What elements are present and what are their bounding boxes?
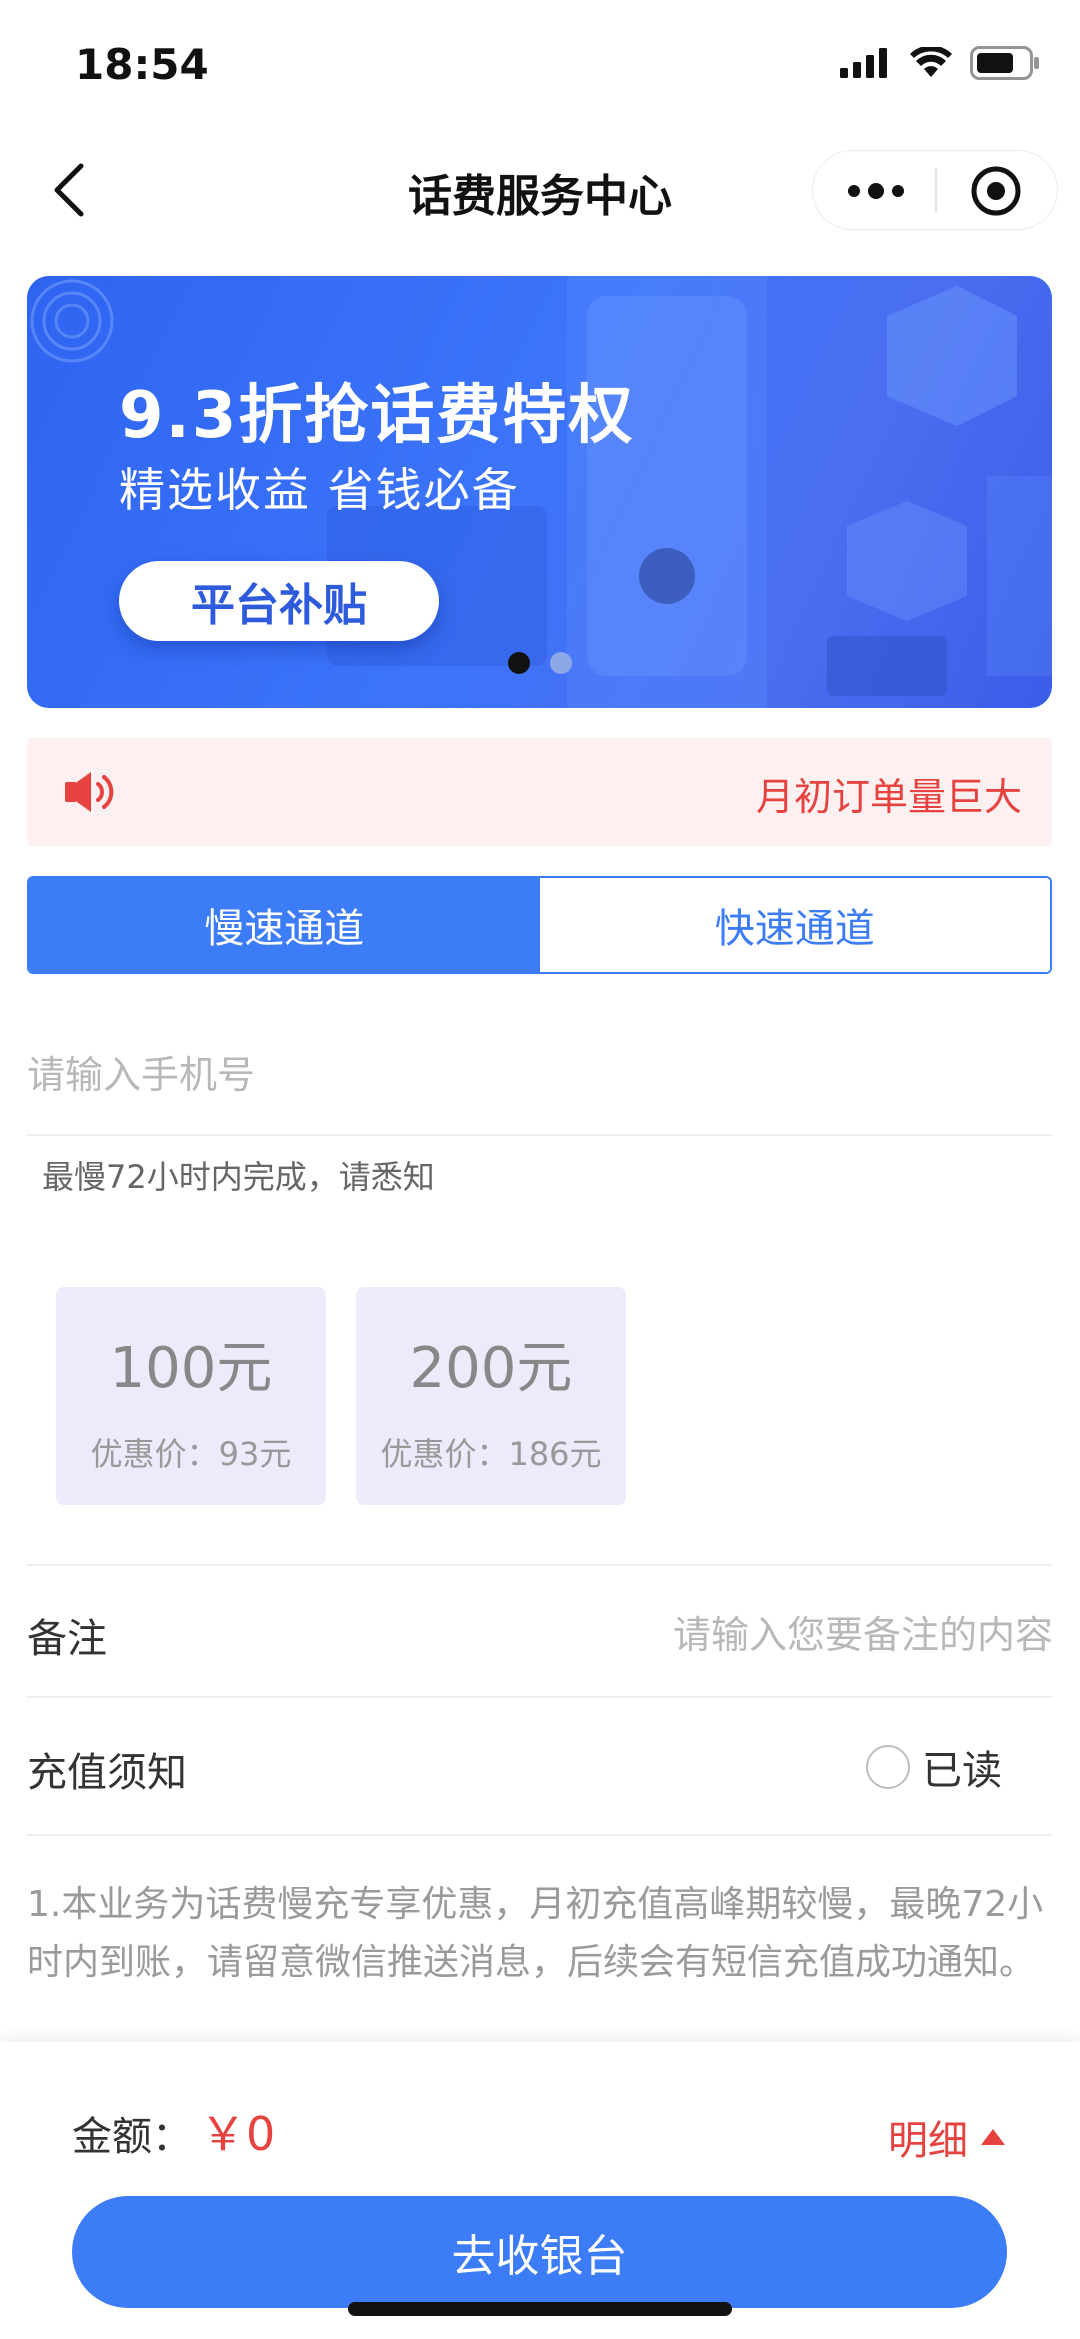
divider xyxy=(27,1834,1052,1836)
amount-value: ￥0 xyxy=(200,2107,276,2161)
tab-slow-channel[interactable]: 慢速通道 xyxy=(29,878,540,972)
notice-text: 月初订单量巨大 xyxy=(755,775,1022,819)
remark-label: 备注 xyxy=(27,1616,107,1662)
detail-toggle[interactable]: 明细 xyxy=(888,2108,1006,2166)
battery-icon xyxy=(970,46,1039,80)
option-amount: 100元 xyxy=(109,1336,273,1401)
banner-title: 9.3折抢话费特权 xyxy=(119,379,635,453)
close-button[interactable] xyxy=(961,163,1031,219)
bottom-bar: 金额： ￥0 明细 去收银台 xyxy=(0,2042,1080,2339)
terms-content: 1.本业务为话费慢充专享优惠，月初充值高峰期较慢，最晚72小时内到账，请留意微信… xyxy=(27,1884,1044,1983)
carousel-indicator xyxy=(27,652,1052,674)
amount-option-200[interactable]: 200元 优惠价：186元 xyxy=(356,1287,626,1505)
option-price: 优惠价：93元 xyxy=(90,1435,292,1473)
more-button[interactable] xyxy=(841,169,911,213)
carousel-dot-active[interactable] xyxy=(507,652,530,674)
home-indicator xyxy=(348,2302,732,2316)
mini-program-capsule xyxy=(812,150,1058,230)
target-close-icon xyxy=(971,166,1021,216)
read-label: 已读 xyxy=(922,1748,1002,1794)
speaker-icon xyxy=(65,772,114,812)
divider xyxy=(27,1696,1052,1698)
option-price: 优惠价：186元 xyxy=(380,1435,602,1473)
read-checkbox[interactable]: 已读 xyxy=(866,1738,1002,1796)
phone-number-input[interactable] xyxy=(27,1040,1052,1110)
option-amount: 200元 xyxy=(409,1336,573,1401)
remark-input[interactable] xyxy=(493,1605,1053,1665)
wifi-icon xyxy=(910,47,952,77)
cellular-signal-icon xyxy=(840,48,887,78)
capsule-divider xyxy=(935,169,937,213)
triangle-up-icon xyxy=(981,2129,1005,2145)
more-dots-icon xyxy=(848,183,904,199)
banner-subsidy-button[interactable]: 平台补贴 xyxy=(119,561,439,641)
divider xyxy=(27,1564,1052,1566)
notice-bar: 月初订单量巨大 xyxy=(27,738,1052,846)
banner-subtitle: 精选收益 省钱必备 xyxy=(119,463,520,517)
amount-option-100[interactable]: 100元 优惠价：93元 xyxy=(56,1287,326,1505)
read-radio[interactable] xyxy=(866,1745,910,1789)
carousel-dot[interactable] xyxy=(549,652,572,674)
amount-label: 金额： xyxy=(72,2114,192,2160)
channel-tabs: 慢速通道 快速通道 xyxy=(27,876,1052,974)
promo-banner[interactable]: 9.3折抢话费特权 精选收益 省钱必备 平台补贴 xyxy=(27,276,1052,708)
status-time: 18:54 xyxy=(75,40,209,89)
status-icons xyxy=(840,46,1040,80)
speed-hint: 最慢72小时内完成，请悉知 xyxy=(42,1158,435,1196)
detail-label: 明细 xyxy=(888,2118,968,2164)
terms-label: 充值须知 xyxy=(27,1750,187,1796)
status-bar: 18:54 xyxy=(0,0,1080,130)
divider xyxy=(27,1134,1052,1136)
nav-bar: 话费服务中心 xyxy=(0,130,1080,250)
tab-fast-channel[interactable]: 快速通道 xyxy=(539,878,1050,972)
checkout-button[interactable]: 去收银台 xyxy=(72,2196,1007,2308)
